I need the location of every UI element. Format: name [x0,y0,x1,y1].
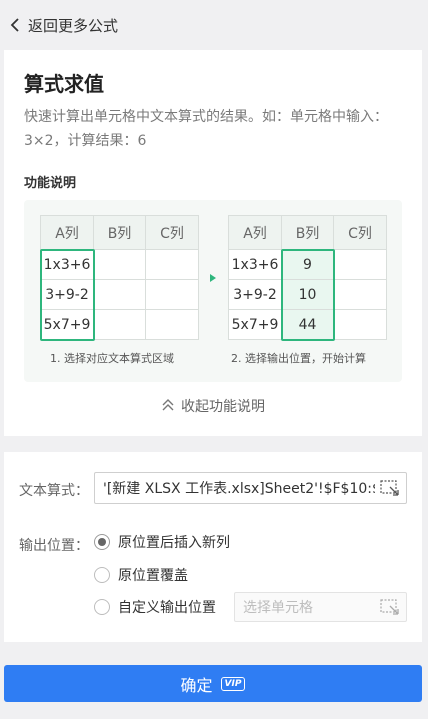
back-link-label: 返回更多公式 [28,16,119,35]
radio-label: 原位置后插入新列 [118,535,230,551]
page-title: 算式求值 [24,72,104,96]
double-chevron-up-icon [161,397,175,416]
column-header: A列 [228,215,282,250]
result-cell: 44 [281,309,334,340]
collapse-label: 收起功能说明 [181,399,265,415]
demo-table-after: A列 B列 C列 1x3+6 9 3+9-2 10 5x7+9 44 [228,215,387,340]
settings-card: 文本算式： '[新建 XLSX 工作表.xlsx]Sheet2'!$F$10:$… [4,452,422,642]
output-cell-placeholder: 选择单元格 [243,600,313,616]
table-cell [93,279,146,310]
column-header: A列 [40,215,94,250]
confirm-button[interactable]: 确定 VIP [4,665,422,702]
table-cell [93,309,146,340]
radio-button-checked[interactable] [94,534,110,550]
table-cell [145,309,199,340]
table-cell: 1x3+6 [40,249,94,280]
radio-label: 自定义输出位置 [118,600,216,616]
result-cell: 9 [281,249,334,280]
vip-badge: VIP [220,676,246,691]
column-header: C列 [145,215,199,250]
radio-label: 原位置覆盖 [118,568,188,584]
range-select-icon[interactable] [380,599,400,617]
table-cell: 3+9-2 [40,279,94,310]
range-select-icon[interactable] [380,480,400,498]
column-header: B列 [281,215,334,250]
formula-range-input[interactable]: '[新建 XLSX 工作表.xlsx]Sheet2'!$F$10:$F$12 [94,472,407,504]
table-row: 5x7+9 [40,309,199,340]
radio-insert-new-column[interactable]: 原位置后插入新列 [94,532,230,552]
table-cell: 5x7+9 [40,309,94,340]
table-cell [145,249,199,280]
output-label: 输出位置： [19,538,89,554]
table-row: 1x3+6 [40,249,199,280]
confirm-label: 确定 [180,675,213,695]
table-cell: 1x3+6 [228,249,282,280]
table-row: 1x3+6 9 [228,249,387,280]
table-cell [145,279,199,310]
radio-overwrite[interactable]: 原位置覆盖 [94,565,188,585]
table-cell: 3+9-2 [228,279,282,310]
table-cell: 5x7+9 [228,309,282,340]
radio-button[interactable] [94,567,110,583]
step-caption: 2. 选择输出位置，开始计算 [231,352,366,365]
output-cell-input[interactable]: 选择单元格 [234,592,407,622]
arrow-right-icon [210,274,216,282]
radio-custom-output[interactable]: 自定义输出位置 [94,597,216,617]
result-cell: 10 [281,279,334,310]
back-link[interactable]: 返回更多公式 [0,0,428,50]
formula-range-value: '[新建 XLSX 工作表.xlsx]Sheet2'!$F$10:$F$12 [103,481,375,497]
radio-button[interactable] [94,599,110,615]
function-description: 快速计算出单元格中文本算式的结果。如：单元格中输入：3×2，计算结果：6 [24,109,388,149]
collapse-description-button[interactable]: 收起功能说明 [4,396,422,416]
table-row: 5x7+9 44 [228,309,387,340]
intro-card: 算式求值 快速计算出单元格中文本算式的结果。如：单元格中输入：3×2，计算结果：… [4,50,422,436]
table-cell [333,309,387,340]
column-header: B列 [93,215,146,250]
chevron-left-icon [8,18,22,32]
table-cell [93,249,146,280]
table-cell [333,279,387,310]
table-cell [333,249,387,280]
table-row: 3+9-2 [40,279,199,310]
demo-table-before: A列 B列 C列 1x3+6 3+9-2 5x7+9 [40,215,199,340]
demo-illustration: A列 B列 C列 1x3+6 3+9-2 5x7+9 A列 B列 C列 1x3+… [24,200,402,382]
formula-label: 文本算式： [19,483,89,499]
section-title: 功能说明 [24,176,77,191]
column-header: C列 [333,215,387,250]
step-caption: 1. 选择对应文本算式区域 [50,352,174,365]
table-row: 3+9-2 10 [228,279,387,310]
